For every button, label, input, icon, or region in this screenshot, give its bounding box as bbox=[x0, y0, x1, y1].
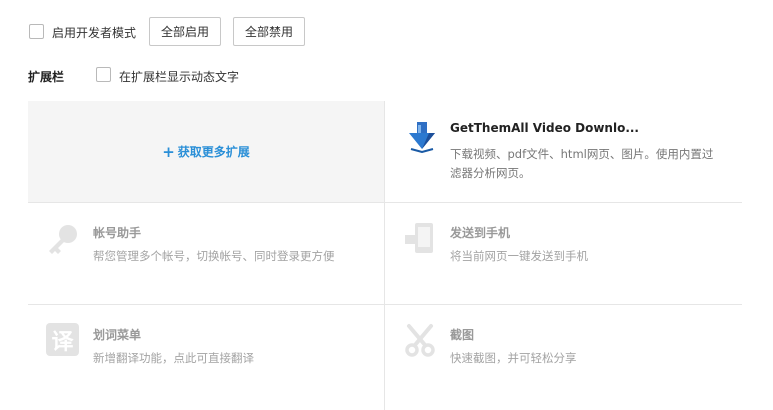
dev-mode-checkbox[interactable] bbox=[29, 24, 44, 39]
extension-desc: 帮您管理多个帐号，切换帐号、同时登录更方便 bbox=[93, 249, 335, 263]
extension-card-getthemall[interactable]: GetThemAll Video Downlo... 下载视频、pdf文件、ht… bbox=[385, 101, 742, 202]
extension-desc-line2: 滤器分析网页。 bbox=[450, 166, 531, 180]
translate-icon: 译 bbox=[46, 323, 79, 356]
section-title: 扩展栏 bbox=[28, 70, 65, 84]
extension-desc: 快速截图，并可轻松分享 bbox=[450, 351, 577, 365]
extension-card-word-menu[interactable]: 译 划词菜单 新增翻译功能，点此可直接翻译 bbox=[28, 305, 384, 410]
phone-icon bbox=[405, 223, 433, 253]
download-arrow-icon bbox=[409, 122, 435, 153]
dynamic-text-label: 在扩展栏显示动态文字 bbox=[119, 70, 240, 84]
disable-all-button[interactable]: 全部禁用 bbox=[233, 17, 305, 46]
extensions-grid: + 获取更多扩展 GetThemAll Video Downlo... 下载视频… bbox=[28, 101, 742, 410]
scissors-icon bbox=[405, 324, 435, 357]
extension-card-send-to-phone[interactable]: 发送到手机 将当前网页一键发送到手机 bbox=[385, 203, 742, 304]
extension-name: 截图 bbox=[450, 328, 475, 342]
get-more-extensions-button[interactable]: + 获取更多扩展 bbox=[28, 101, 384, 202]
extension-name: 划词菜单 bbox=[93, 328, 142, 342]
enable-all-button[interactable]: 全部启用 bbox=[149, 17, 221, 46]
extension-card-account-helper[interactable]: 帐号助手 帮您管理多个帐号，切换帐号、同时登录更方便 bbox=[28, 203, 384, 304]
dynamic-text-checkbox[interactable] bbox=[96, 67, 111, 82]
extension-desc-line1: 下载视频、pdf文件、html网页、图片。使用内置过 bbox=[450, 147, 714, 161]
extension-desc: 新增翻译功能，点此可直接翻译 bbox=[93, 351, 254, 365]
dev-mode-label: 启用开发者模式 bbox=[52, 26, 137, 40]
extension-name: 帐号助手 bbox=[93, 226, 142, 240]
key-icon bbox=[49, 225, 77, 254]
extension-name: GetThemAll Video Downlo... bbox=[450, 121, 639, 135]
extension-card-screenshot[interactable]: 截图 快速截图，并可轻松分享 bbox=[385, 305, 742, 410]
get-more-label: 获取更多扩展 bbox=[177, 145, 250, 159]
plus-icon: + bbox=[162, 142, 175, 161]
extension-desc: 将当前网页一键发送到手机 bbox=[450, 249, 588, 263]
extension-name: 发送到手机 bbox=[450, 226, 511, 240]
